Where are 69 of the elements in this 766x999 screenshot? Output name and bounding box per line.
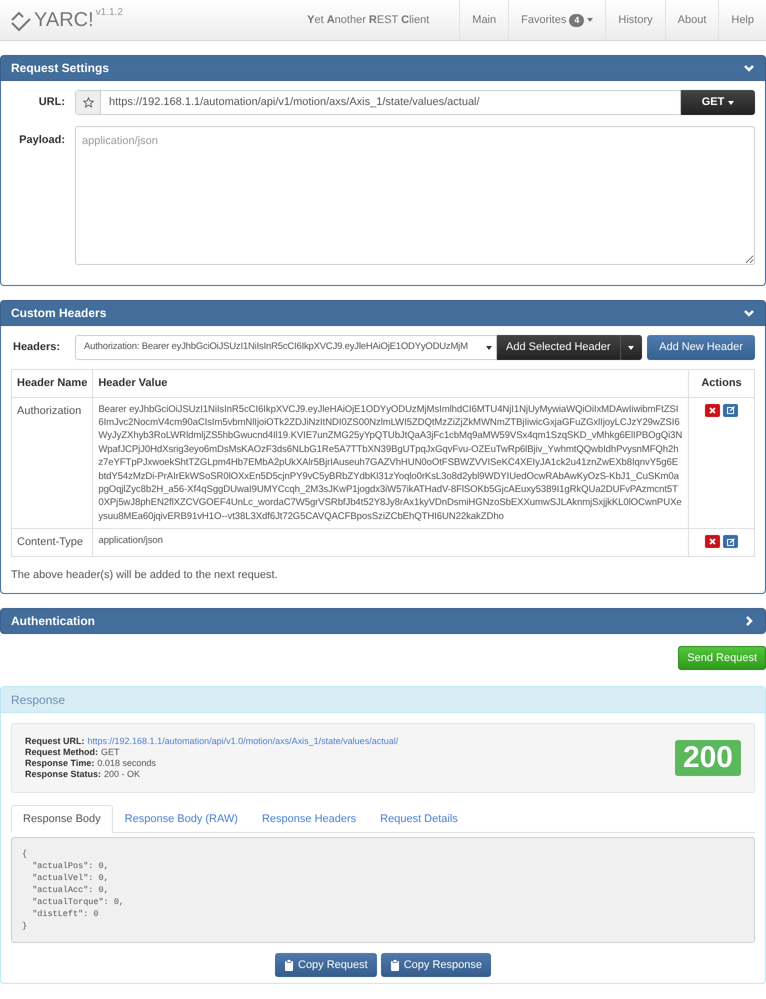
chevron-down-icon[interactable] [743,307,755,319]
column-header: Header Name [12,370,93,397]
nav-link[interactable]: Main [459,0,508,40]
close-icon [709,406,716,414]
field-value: 0.018 seconds [97,758,156,770]
add-selected-header-button[interactable]: Add Selected Header [497,335,620,360]
column-header: Actions [688,370,754,397]
nav-link[interactable]: History [605,0,665,40]
field-label: Payload: [18,133,66,148]
caret-icon [628,346,634,350]
clipboard-icon [284,959,295,972]
add-new-header-button[interactable]: Add New Header [647,335,755,360]
field-label: Response Status: [25,769,102,780]
tab[interactable]: Request Details [368,805,470,834]
tab[interactable]: Response Body (RAW) [112,805,250,834]
delete-button[interactable] [705,535,720,548]
copy-button[interactable]: Copy Request [275,953,377,978]
panel-title: Request Settings [11,60,110,77]
panel-header[interactable]: Custom Headers [0,300,766,326]
table-cell: Bearer eyJhbGciOiJSUzI1NiIsInR5cCI6IkpXVCJ9.eyJleHAiOjE1ODYyODUzMjMsImlhdCI6MTU4NjI1NjUyMywiaWQiOiIxMDAwIiwibmFtZSI6ImJvc2NocmV4cm90aCIsIm5vbmNlIjoiOTk2ZDJiNzItNDI0ZS00NzlmLWI5ZDQtMzZiZjZkMWNmZTBjIiwicGxjaGFuZGxlIjoyLCJzY29wZSI6WyJyZXhyb3RoLWRldmljZS5hbGwucnd4Il19.KVIE7unZMG25yYpQTUbJtQaA3jFc1cbMq9aMW59VSx4qm1SzqSKD_vMhkg6ElIPBOgQi3NWpafJCPjJ0HdXsrig3eyo6mDsMsKAOzF3ds6NLbG1Re5A7TTbXN39BgUTpqJxGqvFvu-OZEuTwRp6lBjiv_YwhmtQQwbIdhPvysnMFQh2hz7eYFTpPJxwoekShtTZGLpm4Hb7EMbA2pUkXAlr5BjrIAuseuh7GAZVhHUN0oOtFSBWZVVISeKC4XEIyJA1ck2u41znZwEXb8IqnvY5g6EbtdY54zMzDi-PrAIrEkWSoSR0lOXxEn5D5cjnPY9vC5yBRbZYdbKl31zYoqlo0rKsL3o8d2ybl9WDYIUedOcwRAbAwKyOzS-KbJ1_CuSKm0apgOqjlZyc8b2H_a56-Xf4qSggDUwaI9UMYCcqh_2M3sJKwP1jogdx3iW57ikATHadV-8FlSOKb5GjcAEuxy5389I1gRkQUa2DUFvPAzmcnt5T0XPj5wJ8phEN2flXZCVGOEF4UnLc_wordaC7W5grVSRbfJb4t52Y8Jy8rAx1kyVDnDsmiHGNzoSbEXXumwSJLAknmjSxjjkKL0lOCwnPUXeysuu8MEa60jqivERB91vH1O--vt38L3Xdf6Jt72G5CAVQACFBposSziZCbEhQTHI6UN22kakZDho [92,397,688,529]
tagline: Yet Another REST Client [307,12,430,28]
count-badge: 4 [569,14,584,26]
field-label: Request Method: [25,747,98,758]
version-label: v1.1.2 [96,6,123,20]
close-icon [709,538,716,546]
caret-icon [486,346,492,350]
tab[interactable]: Response Headers [250,805,368,834]
panel-title: Custom Headers [11,305,106,322]
edit-button[interactable] [723,535,738,548]
field-label: URL: [38,95,66,110]
column-header: Header Value [92,370,688,397]
star-icon[interactable] [82,97,94,108]
status-badge: 200 [674,740,741,776]
delete-button[interactable] [705,404,720,416]
field-value: GET [101,747,120,758]
panel-header[interactable]: Request Settings [0,55,766,81]
request-url-link[interactable]: https://192.168.1.1/automation/api/v1.0/motion/axs/Axis_1/state/values/actual/ [88,736,398,748]
tab[interactable]: Response Body [11,805,113,834]
edit-icon [726,538,734,546]
field-value: 200 - OK [104,769,140,780]
table-cell: Authorization [12,397,93,529]
app-logo: YARC! [34,8,94,32]
edit-button[interactable] [723,404,738,416]
headers-note: The above header(s) will be added to the next request. [11,568,279,583]
dropdown-toggle[interactable] [620,335,642,360]
copy-button[interactable]: Copy Response [380,953,491,978]
edit-icon [726,406,734,414]
send-request-button[interactable]: Send Request [678,646,766,670]
panel-title: Authentication [11,613,95,630]
nav-link[interactable]: Help [718,0,766,40]
panel-header[interactable]: Authentication [0,608,766,634]
method-dropdown[interactable]: GET [681,90,755,115]
clipboard-icon [390,959,401,972]
field-label: Request URL: [25,736,85,748]
panel-title: Response [11,692,66,709]
logo-icon [10,10,32,32]
nav-link[interactable]: About [664,0,718,40]
header-select[interactable]: Authorization: Bearer eyJhbGciOiJSUzI1NiIsInR5cCI6IkpXVCJ9.eyJleHAiOjE1ODYyODUzMjM [75,335,497,360]
table-cell: Content-Type [12,528,93,556]
payload-field[interactable]: application/json [75,126,755,265]
chevron-right-icon[interactable] [743,615,755,628]
field-label: Headers: [12,340,62,356]
nav-link[interactable]: Favorites 4 [508,0,606,40]
table-cell: application/json [92,528,688,556]
field-label: Response Time: [25,758,94,770]
chevron-down-icon[interactable] [743,62,755,74]
url-field[interactable]: https://192.168.1.1/automation/api/v1/motion/axs/Axis_1/state/values/actual/ [75,90,681,115]
response-body: { "actualPos": 0, "actualVel": 0, "actualAcc": 0, "actualTorque": 0, "distLeft": 0 } [11,837,755,944]
caret-icon [728,100,734,104]
